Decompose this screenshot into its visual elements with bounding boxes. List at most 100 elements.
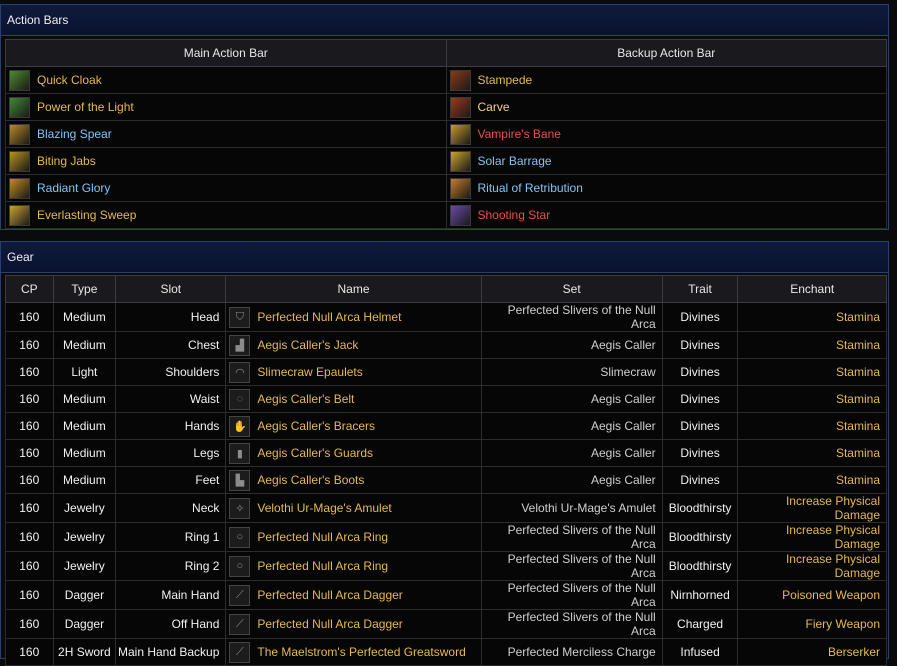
item-name-link[interactable]: Slimecraw Epaulets (257, 365, 362, 379)
backup-skill[interactable]: Carve (447, 94, 887, 120)
slot-cell: Shoulders (115, 358, 227, 386)
cp-cell: 160 (5, 638, 54, 666)
trait-cell: Bloodthirsty (661, 522, 739, 552)
main-skill[interactable]: Radiant Glory (6, 175, 446, 201)
name-cell: ⟋ The Maelstrom's Perfected Greatsword (225, 638, 482, 666)
action-bar-row: Quick Cloak Stampede (5, 66, 887, 94)
backup-skill-name[interactable]: Ritual of Retribution (478, 181, 583, 195)
sweep-icon (9, 204, 30, 226)
main-skill[interactable]: Blazing Spear (6, 121, 446, 147)
main-skill[interactable]: Everlasting Sweep (6, 202, 446, 228)
trait-cell: Divines (661, 358, 739, 386)
gear-row: 160 Jewelry Ring 1 ○ Perfected Null Arca Rin… (5, 522, 887, 552)
backup-skill[interactable]: Stampede (447, 67, 887, 93)
cp-cell: 160 (5, 493, 54, 523)
slot-cell: Chest (115, 331, 227, 359)
item-name-link[interactable]: Aegis Caller's Jack (257, 338, 358, 352)
slot-cell: Ring 1 (115, 522, 227, 552)
type-cell: Medium (52, 412, 117, 440)
item-name-link[interactable]: Aegis Caller's Belt (257, 392, 354, 406)
type-cell: Light (52, 358, 117, 386)
main-skill[interactable]: Power of the Light (6, 94, 446, 120)
light-power-icon (9, 96, 30, 118)
set-cell: Perfected Slivers of the Null Arca (480, 522, 663, 552)
set-cell: Aegis Caller (480, 331, 663, 359)
backup-action-bar-header: Backup Action Bar (445, 39, 887, 67)
col-enchant-header: Enchant (737, 275, 887, 303)
gear-table: CP Type Slot Name Set Trait Enchant 160 M… (5, 275, 887, 666)
main-skill[interactable]: Quick Cloak (6, 67, 446, 93)
name-cell: ○ Perfected Null Arca Ring (225, 522, 482, 552)
cp-cell: 160 (5, 302, 54, 332)
gear-row: 160 Medium Waist ◌ Aegis Caller's Belt Aegis … (5, 385, 887, 413)
set-cell: Aegis Caller (480, 412, 663, 440)
gear-row: 160 Medium Head ⛉ Perfected Null Arca Helmet… (5, 302, 887, 332)
main-action-bar-header: Main Action Bar (5, 39, 447, 67)
backup-skill[interactable]: Ritual of Retribution (447, 175, 887, 201)
item-name-link[interactable]: The Maelstrom's Perfected Greatsword (257, 645, 465, 659)
backup-skill-name[interactable]: Shooting Star (478, 208, 551, 222)
glory-icon (9, 177, 30, 199)
gear-row: 160 Dagger Main Hand ⟋ Perfected Null Arca D… (5, 580, 887, 610)
action-bars-table: Main Action Bar Backup Action Bar Quick … (5, 39, 887, 229)
name-cell: ◠ Slimecraw Epaulets (225, 358, 482, 386)
item-name-link[interactable]: Perfected Null Arca Dagger (257, 588, 402, 602)
main-skill-name[interactable]: Power of the Light (37, 100, 134, 114)
col-trait-header: Trait (661, 275, 739, 303)
item-name-link[interactable]: Aegis Caller's Boots (257, 473, 364, 487)
backup-skill-cell: Vampire's Bane (445, 120, 887, 148)
item-name-link[interactable]: Perfected Null Arca Helmet (257, 310, 401, 324)
enchant-cell: Fiery Weapon (737, 609, 887, 639)
name-cell: ◌ Aegis Caller's Belt (225, 385, 482, 413)
cp-cell: 160 (5, 609, 54, 639)
gear-row: 160 Light Shoulders ◠ Slimecraw Epaulets Slim… (5, 358, 887, 386)
gear-row: 160 Medium Legs ▮ Aegis Caller's Guards Aegis… (5, 439, 887, 467)
slot-cell: Off Hand (115, 609, 227, 639)
item-name-link[interactable]: Velothi Ur-Mage's Amulet (257, 501, 391, 515)
item-name-link[interactable]: Aegis Caller's Guards (257, 446, 373, 460)
col-cp-header: CP (5, 275, 54, 303)
main-skill-name[interactable]: Blazing Spear (37, 127, 112, 141)
main-skill-cell: Quick Cloak (5, 66, 447, 94)
set-cell: Perfected Slivers of the Null Arca (480, 580, 663, 610)
ring-icon: ○ (229, 526, 251, 548)
type-cell: Jewelry (52, 493, 117, 523)
main-skill-name[interactable]: Radiant Glory (37, 181, 110, 195)
enchant-cell: Stamina (737, 358, 887, 386)
set-cell: Perfected Slivers of the Null Arca (480, 551, 663, 581)
backup-skill[interactable]: Vampire's Bane (447, 121, 887, 147)
type-cell: Dagger (52, 609, 117, 639)
slot-cell: Ring 2 (115, 551, 227, 581)
type-cell: Medium (52, 302, 117, 332)
name-cell: ▟ Aegis Caller's Jack (225, 331, 482, 359)
main-skill-cell: Blazing Spear (5, 120, 447, 148)
backup-skill[interactable]: Shooting Star (447, 202, 887, 228)
backup-skill-name[interactable]: Carve (478, 100, 510, 114)
item-name-link[interactable]: Aegis Caller's Bracers (257, 419, 375, 433)
trait-cell: Divines (661, 331, 739, 359)
backup-skill-name[interactable]: Solar Barrage (478, 154, 552, 168)
item-name-link[interactable]: Perfected Null Arca Dagger (257, 617, 402, 631)
type-cell: Medium (52, 331, 117, 359)
backup-skill[interactable]: Solar Barrage (447, 148, 887, 174)
backup-skill-name[interactable]: Vampire's Bane (478, 127, 561, 141)
action-bar-row: Biting Jabs Solar Barrage (5, 147, 887, 175)
action-bar-row: Radiant Glory Ritual of Retribution (5, 174, 887, 202)
backup-skill-name[interactable]: Stampede (478, 73, 533, 87)
trait-cell: Divines (661, 466, 739, 494)
main-skill[interactable]: Biting Jabs (6, 148, 446, 174)
main-skill-name[interactable]: Everlasting Sweep (37, 208, 136, 222)
main-skill-name[interactable]: Biting Jabs (37, 154, 96, 168)
trait-cell: Bloodthirsty (661, 493, 739, 523)
cp-cell: 160 (5, 580, 54, 610)
item-name-link[interactable]: Perfected Null Arca Ring (257, 530, 388, 544)
amulet-icon: ✧ (229, 497, 251, 519)
backup-skill-cell: Ritual of Retribution (445, 174, 887, 202)
name-cell: ✧ Velothi Ur-Mage's Amulet (225, 493, 482, 523)
item-name-link[interactable]: Perfected Null Arca Ring (257, 559, 388, 573)
main-skill-name[interactable]: Quick Cloak (37, 73, 102, 87)
belt-icon: ◌ (229, 388, 251, 410)
trait-cell: Bloodthirsty (661, 551, 739, 581)
chest-armor-icon: ▟ (229, 334, 251, 356)
enchant-cell: Poisoned Weapon (737, 580, 887, 610)
